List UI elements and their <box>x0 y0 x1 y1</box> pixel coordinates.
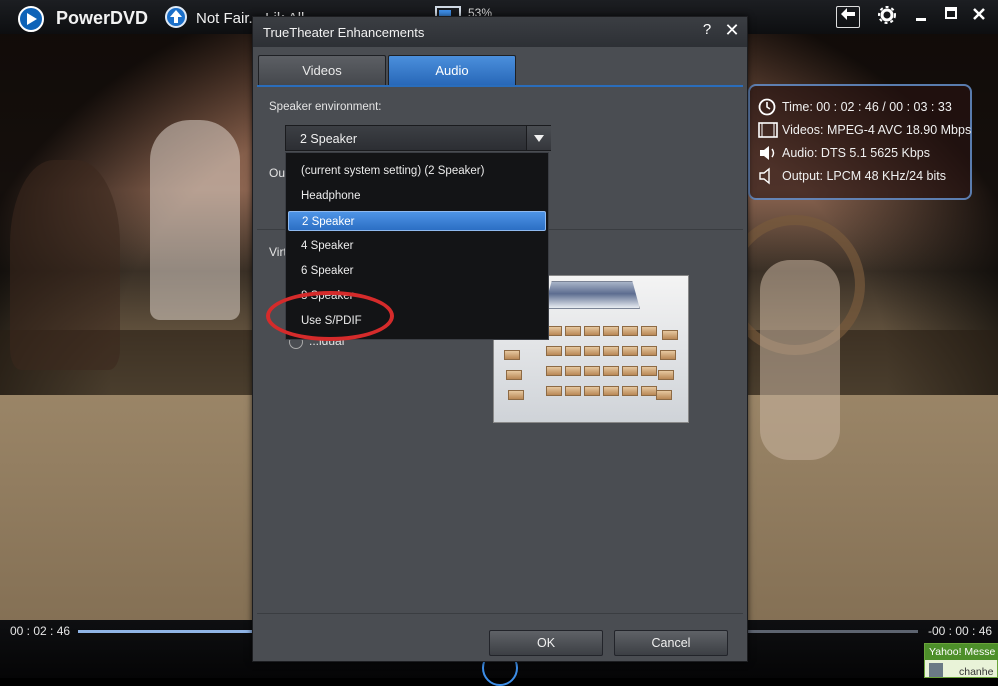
info-output: Output: LPCM 48 KHz/24 bits <box>782 169 946 183</box>
video-dancer <box>150 120 240 320</box>
dropdown-option-6-speaker[interactable]: 6 Speaker <box>288 261 546 281</box>
seat <box>622 346 638 356</box>
film-icon <box>758 121 778 139</box>
seat <box>603 326 619 336</box>
speaker-icon <box>758 144 776 162</box>
minimize-button[interactable] <box>910 6 932 26</box>
remaining-time: -00 : 00 : 46 <box>928 624 993 638</box>
tab-videos[interactable]: Videos <box>258 55 386 85</box>
seat <box>641 366 657 376</box>
video-figure-right <box>760 260 840 460</box>
output-label: Ou <box>269 166 286 180</box>
current-time: 00 : 02 : 46 <box>10 624 71 638</box>
seat <box>584 326 600 336</box>
speaker-left <box>508 390 524 400</box>
seat <box>546 346 562 356</box>
speaker-right <box>656 390 672 400</box>
footer-divider <box>257 613 743 614</box>
seat <box>565 326 581 336</box>
highlight-circle <box>266 291 394 341</box>
dialog-title-bar[interactable]: TrueTheater Enhancements ? ✕ <box>253 17 747 47</box>
seat <box>641 326 657 336</box>
speaker-right <box>660 350 676 360</box>
seat <box>565 386 581 396</box>
speaker-right <box>662 330 678 340</box>
dialog-title: TrueTheater Enhancements <box>263 25 425 40</box>
messenger-title: Yahoo! Messe <box>925 644 998 660</box>
media-info-panel: Time: 00 : 02 : 46 / 00 : 03 : 33 Videos… <box>748 84 972 200</box>
seat <box>546 366 562 376</box>
speaker-environment-value: 2 Speaker <box>300 132 357 146</box>
tab-audio[interactable]: Audio <box>388 55 516 85</box>
dropdown-option-2-speaker[interactable]: 2 Speaker <box>288 211 546 231</box>
seat <box>584 346 600 356</box>
seat <box>641 386 657 396</box>
dialog-close-button[interactable]: ✕ <box>721 20 743 41</box>
up-arrow-icon[interactable] <box>165 6 187 28</box>
messenger-popup[interactable]: Yahoo! Messe chanhe <box>924 643 998 678</box>
info-time: Time: 00 : 02 : 46 / 00 : 03 : 33 <box>782 100 952 114</box>
clock-icon <box>758 98 776 116</box>
seat <box>584 386 600 396</box>
dropdown-arrow-icon[interactable] <box>526 126 551 150</box>
output-speaker-icon <box>758 167 776 185</box>
maximize-button[interactable] <box>940 6 962 26</box>
seat <box>622 326 638 336</box>
avatar <box>929 663 943 677</box>
speaker-right <box>658 370 674 380</box>
dropdown-option-headphone[interactable]: Headphone <box>288 186 546 206</box>
seat <box>603 366 619 376</box>
speaker-environment-select[interactable]: 2 Speaker <box>285 125 551 151</box>
help-button[interactable]: ? <box>697 21 717 38</box>
gear-icon[interactable] <box>876 6 898 26</box>
back-button[interactable] <box>836 6 860 28</box>
seat <box>603 346 619 356</box>
app-name: PowerDVD <box>56 8 149 28</box>
seat <box>546 386 562 396</box>
dropdown-option-current-system[interactable]: (current system setting) (2 Speaker) <box>288 161 546 181</box>
cancel-button[interactable]: Cancel <box>614 630 728 656</box>
seat <box>584 366 600 376</box>
speaker-left <box>506 370 522 380</box>
seat <box>622 386 638 396</box>
video-tree <box>10 160 120 370</box>
powerdvd-logo-icon <box>18 6 44 32</box>
seat <box>641 346 657 356</box>
theater-screen <box>544 281 640 309</box>
seat <box>565 366 581 376</box>
dropdown-option-4-speaker[interactable]: 4 Speaker <box>288 236 546 256</box>
speaker-environment-label: Speaker environment: <box>269 101 382 113</box>
speaker-left <box>504 350 520 360</box>
info-audio: Audio: DTS 5.1 5625 Kbps <box>782 146 931 160</box>
seat <box>603 386 619 396</box>
messenger-contact-name: chanhe <box>959 666 994 678</box>
seat <box>622 366 638 376</box>
seat <box>565 346 581 356</box>
info-video: Videos: MPEG-4 AVC 18.90 Mbps <box>782 123 972 137</box>
close-button[interactable] <box>968 6 990 26</box>
ok-button[interactable]: OK <box>489 630 603 656</box>
